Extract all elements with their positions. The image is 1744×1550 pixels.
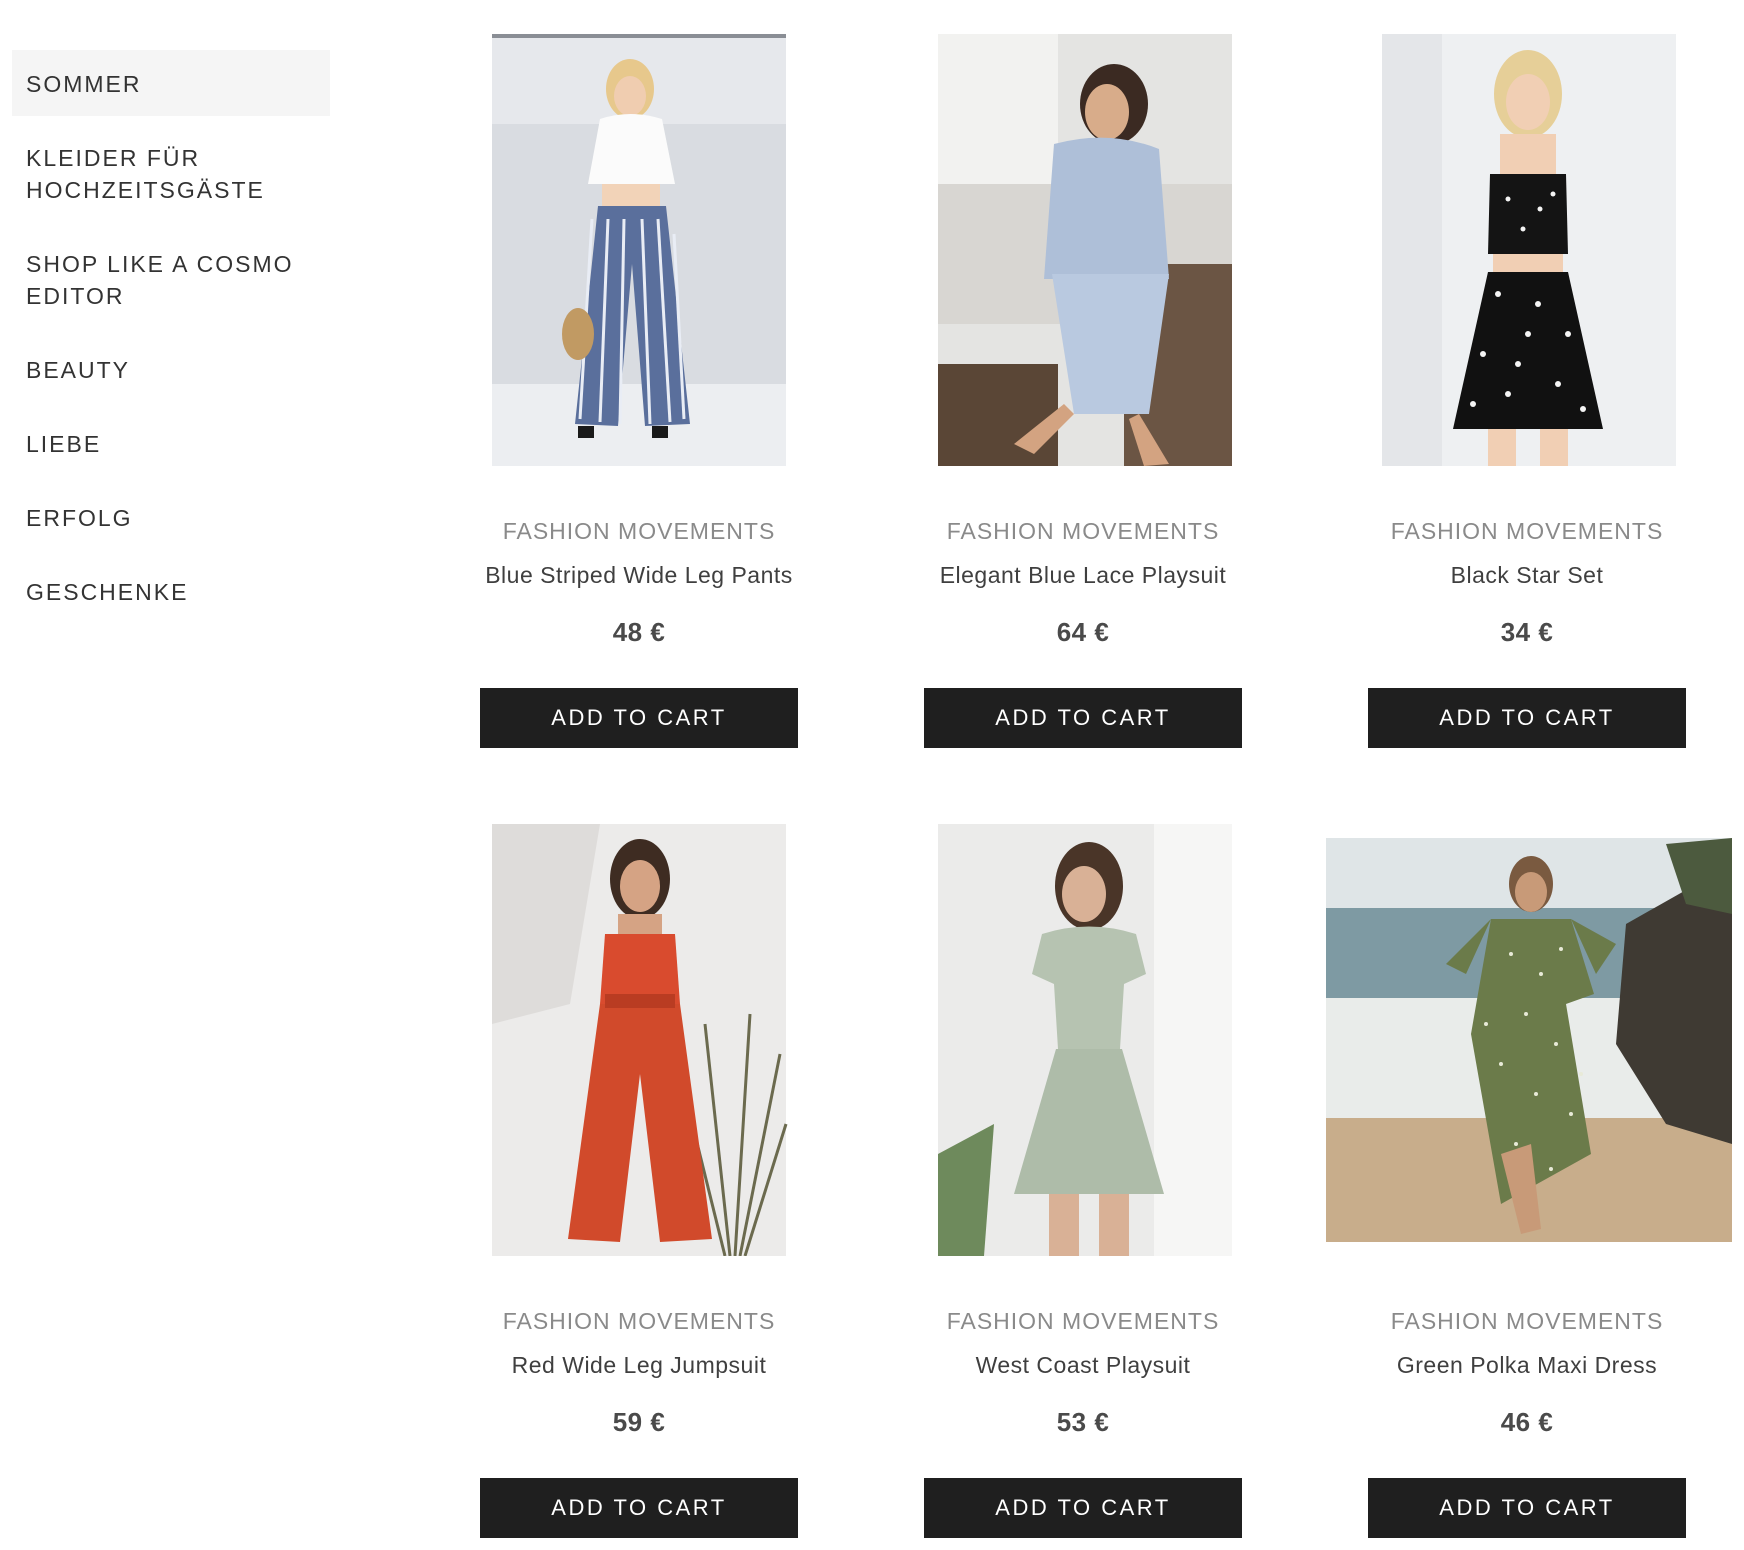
product-price: 48 € <box>612 617 666 647</box>
product-photo-lace-playsuit <box>938 34 1232 466</box>
product-brand: FASHION MOVEMENTS <box>946 1308 1220 1334</box>
product-name[interactable]: Red Wide Leg Jumpsuit <box>480 1350 798 1380</box>
product-image[interactable] <box>480 34 798 466</box>
product-price: 64 € <box>1056 617 1110 647</box>
product-name[interactable]: Black Star Set <box>1368 560 1686 590</box>
product-price: 53 € <box>1056 1407 1110 1437</box>
sidebar-item-geschenke[interactable]: GESCHENKE <box>12 558 330 624</box>
product-photo-green-polka-dress <box>1326 838 1732 1242</box>
sidebar-item-cosmo-editor[interactable]: SHOP LIKE A COSMO EDITOR <box>12 230 330 328</box>
add-to-cart-button[interactable]: ADD TO CART <box>480 688 798 748</box>
sidebar-item-erfolg[interactable]: ERFOLG <box>12 484 330 550</box>
product-brand: FASHION MOVEMENTS <box>1390 518 1664 544</box>
product-brand: FASHION MOVEMENTS <box>502 518 776 544</box>
product-listing-page: SOMMER KLEIDER FÜR HOCHZEITSGÄSTE SHOP L… <box>0 0 1744 1550</box>
product-brand: FASHION MOVEMENTS <box>502 1308 776 1334</box>
add-to-cart-button[interactable]: ADD TO CART <box>1368 688 1686 748</box>
product-card: FASHION MOVEMENTS Black Star Set 34 € AD… <box>1368 34 1686 748</box>
sidebar-item-beauty[interactable]: BEAUTY <box>12 336 330 402</box>
product-image[interactable] <box>1326 824 1732 1256</box>
product-brand: FASHION MOVEMENTS <box>946 518 1220 544</box>
product-card: FASHION MOVEMENTS Red Wide Leg Jumpsuit … <box>480 824 798 1538</box>
add-to-cart-button[interactable]: ADD TO CART <box>924 688 1242 748</box>
product-name[interactable]: Blue Striped Wide Leg Pants <box>480 560 798 590</box>
product-name[interactable]: Elegant Blue Lace Playsuit <box>924 560 1242 590</box>
product-brand: FASHION MOVEMENTS <box>1390 1308 1664 1334</box>
product-price: 59 € <box>612 1407 666 1437</box>
sidebar-item-sommer[interactable]: SOMMER <box>12 50 330 116</box>
product-price: 34 € <box>1500 617 1554 647</box>
product-card: FASHION MOVEMENTS West Coast Playsuit 53… <box>924 824 1242 1538</box>
product-name[interactable]: West Coast Playsuit <box>924 1350 1242 1380</box>
product-price: 46 € <box>1500 1407 1554 1437</box>
sidebar-item-kleider[interactable]: KLEIDER FÜR HOCHZEITSGÄSTE <box>12 124 330 222</box>
product-image[interactable] <box>924 824 1242 1256</box>
product-photo-west-coast-playsuit <box>938 824 1232 1256</box>
product-photo-red-jumpsuit <box>492 824 788 1256</box>
product-image[interactable] <box>480 824 798 1256</box>
product-image[interactable] <box>1368 34 1686 466</box>
product-photo-striped-pants <box>492 34 786 466</box>
product-card: FASHION MOVEMENTS Elegant Blue Lace Play… <box>924 34 1242 748</box>
add-to-cart-button[interactable]: ADD TO CART <box>1368 1478 1686 1538</box>
product-name[interactable]: Green Polka Maxi Dress <box>1368 1350 1686 1380</box>
product-card: FASHION MOVEMENTS Green Polka Maxi Dress… <box>1326 824 1732 1538</box>
sidebar-item-liebe[interactable]: LIEBE <box>12 410 330 476</box>
add-to-cart-button[interactable]: ADD TO CART <box>924 1478 1242 1538</box>
product-image[interactable] <box>924 34 1242 466</box>
add-to-cart-button[interactable]: ADD TO CART <box>480 1478 798 1538</box>
product-card: FASHION MOVEMENTS Blue Striped Wide Leg … <box>480 34 798 748</box>
product-photo-black-star-set <box>1382 34 1676 466</box>
category-sidebar: SOMMER KLEIDER FÜR HOCHZEITSGÄSTE SHOP L… <box>12 50 330 632</box>
